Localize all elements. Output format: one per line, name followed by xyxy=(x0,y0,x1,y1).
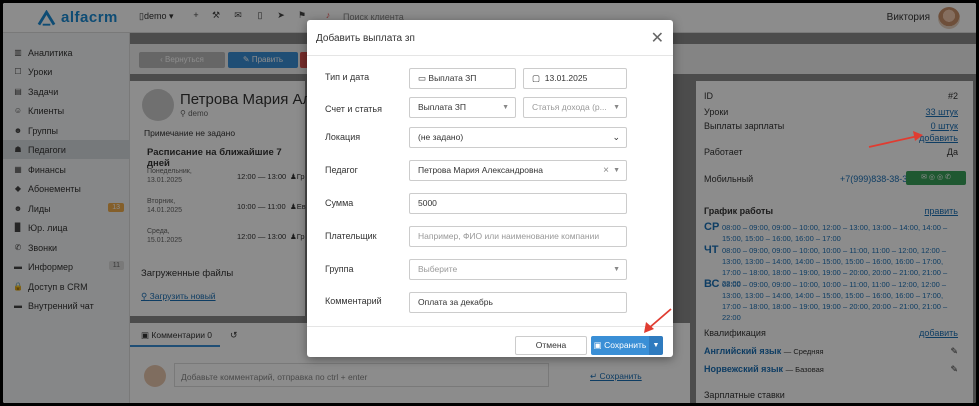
save-dropdown-button[interactable]: ▼ xyxy=(649,336,663,355)
location-label: Локация xyxy=(325,132,361,142)
payment-type-select[interactable]: ▭ Выплата ЗП xyxy=(409,68,516,89)
chevron-down-icon: ▼ xyxy=(613,266,620,273)
payer-label: Плательщик xyxy=(325,231,377,241)
teacher-label: Педагог xyxy=(325,165,358,175)
account-label: Счет и статья xyxy=(325,104,382,114)
save-button[interactable]: ▣ Сохранить xyxy=(591,336,649,355)
add-payout-modal: Добавить выплата зп ✕ Тип и дата ▭ Выпла… xyxy=(307,20,673,357)
close-icon[interactable]: ✕ xyxy=(651,28,664,48)
group-select[interactable]: Выберите ▼ xyxy=(409,259,627,280)
location-select[interactable]: (не задано) ⌄ xyxy=(409,127,627,148)
type-date-label: Тип и дата xyxy=(325,72,370,82)
teacher-select[interactable]: Петрова Мария Александровна × ▼ xyxy=(409,160,627,181)
comment-input[interactable]: Оплата за декабрь xyxy=(409,292,627,313)
modal-footer: Отмена ▣ Сохранить ▼ xyxy=(307,326,673,357)
comment-label: Комментарий xyxy=(325,296,382,306)
modal-title: Добавить выплата зп xyxy=(316,33,415,44)
save-icon: ▣ xyxy=(593,340,602,350)
account-select[interactable]: Выплата ЗП ▼ xyxy=(409,97,516,118)
cancel-button[interactable]: Отмена xyxy=(515,336,587,355)
group-label: Группа xyxy=(325,264,354,274)
modal-header: Добавить выплата зп ✕ xyxy=(307,20,673,56)
payer-input[interactable]: Например, ФИО или наименование компании xyxy=(409,226,627,247)
date-input[interactable]: ▢ 13.01.2025 xyxy=(523,68,627,89)
clear-icon[interactable]: × xyxy=(603,161,609,180)
payment-type-icon: ▭ xyxy=(418,73,427,83)
chevron-down-icon: ▼ xyxy=(613,104,620,111)
calendar-icon: ▢ xyxy=(532,73,541,83)
app-window: alfacrm ▯demo ▾ + ⚒ ✉ ▯ ➤ ⚑ ♪ Поиск клие… xyxy=(3,3,976,403)
chevron-down-icon: ▼ xyxy=(613,167,620,174)
article-select[interactable]: Статья дохода (р... ▼ xyxy=(523,97,627,118)
sum-label: Сумма xyxy=(325,198,354,208)
chevron-down-icon: ⌄ xyxy=(612,132,620,142)
chevron-down-icon: ▼ xyxy=(502,104,509,111)
sum-input[interactable]: 5000 xyxy=(409,193,627,214)
